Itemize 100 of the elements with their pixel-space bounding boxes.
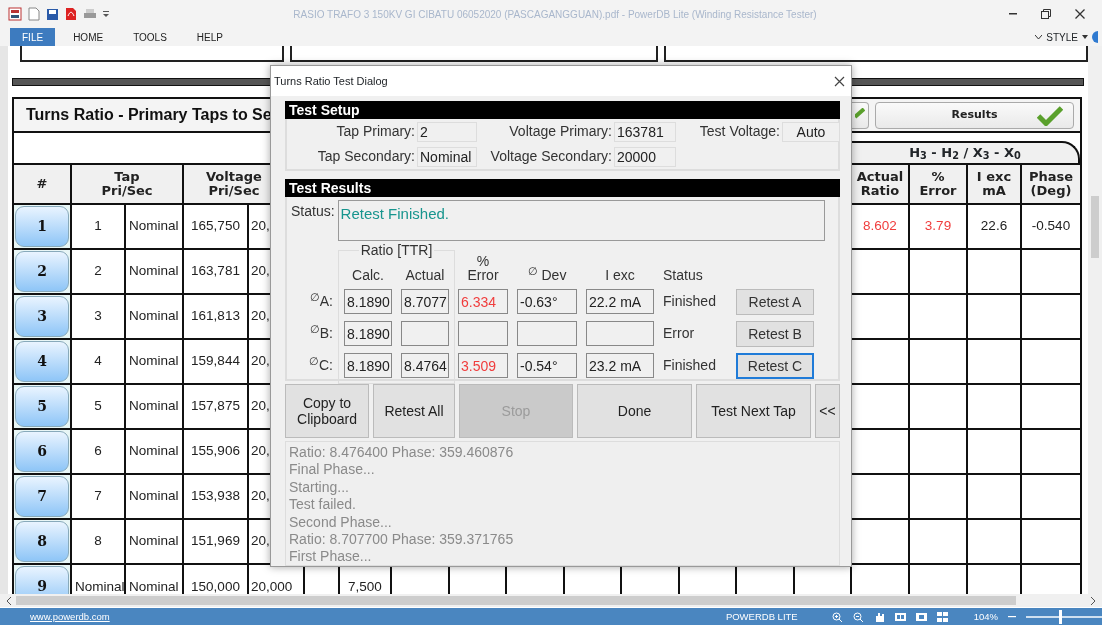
phase-status: Error [663,324,696,343]
column-header: Tap Pri/Sec [72,165,182,203]
result-field: 6.334 [458,289,508,314]
menu-tab[interactable]: TOOLS [121,28,179,46]
new-document-icon[interactable] [28,7,40,21]
table-cell: 157,875 [184,385,247,428]
field-label: Tap Secondary: [316,146,415,166]
result-field: 8.7077 [401,289,449,314]
readonly-field: 2 [417,121,477,142]
dialog-button[interactable]: Retest All [373,384,455,438]
table-cell: 4 [72,340,124,383]
zoom-slider-thumb[interactable] [1058,610,1062,624]
retest-button[interactable]: Retest B [736,321,814,347]
horizontal-scrollbar[interactable] [0,594,1102,607]
table-cell [852,295,908,338]
field-label: Voltage Secondary: [489,146,612,166]
result-field [586,321,654,346]
column-header: Actual Ratio [852,165,908,203]
table-cell [852,475,908,518]
row-button[interactable]: 4 [15,341,69,382]
page-view-icon[interactable] [894,612,906,622]
section-header: Test Setup [285,101,840,119]
table-cell [1022,430,1080,473]
result-field: 8.1890 [344,353,392,378]
status-field: Retest Finished. [337,200,825,241]
row-button[interactable]: 3 [15,296,69,337]
retest-button[interactable]: Retest A [736,289,814,315]
retest-button[interactable]: Retest C [736,353,814,379]
table-cell: 5 [72,385,124,428]
dialog-title: Turns Ratio Test Dialog [274,73,388,89]
zoom-out-icon[interactable] [852,611,864,623]
result-field: 8.1890 [344,289,392,314]
zoom-in-icon[interactable] [831,611,843,623]
check-button[interactable] [852,101,869,129]
hand-icon[interactable] [873,611,885,623]
website-link[interactable]: www.powerdb.com [30,609,110,625]
pdf-icon[interactable] [65,7,77,21]
result-field [517,321,577,346]
table-cell [910,520,966,563]
dropdown-icon[interactable] [1082,35,1088,39]
table-cell: 163,781 [184,250,247,293]
table-cell: Nominal [126,565,182,594]
table-cell [852,520,908,563]
print-icon[interactable] [83,8,97,20]
table-cell: 3.79 [910,205,966,248]
table-cell: Nominal [126,205,182,248]
table-cell [968,385,1020,428]
results-button[interactable]: Results [875,101,1074,129]
table-cell: Nominal [72,565,124,594]
table-cell [852,250,908,293]
close-icon[interactable] [1075,9,1085,19]
dialog-button[interactable]: Test Next Tap [696,384,811,438]
group-header: H$_{3}$ - H$_{2}$ / X$_{3}$ - X$_{0}$ [850,141,1080,163]
result-field: 22.2 mA [586,289,654,314]
result-field: 23.2 mA [586,353,654,378]
style-menu[interactable]: STYLE [1046,29,1078,45]
row-button[interactable]: 1 [15,206,69,247]
table-cell: Nominal [126,340,182,383]
table-cell: 151,969 [184,520,247,563]
field-label: Tap Primary: [335,121,415,141]
close-icon[interactable] [834,75,845,87]
table-cell: 159,844 [184,340,247,383]
grid-view-icon[interactable] [936,612,948,622]
table-cell: -0.540 [1022,205,1080,248]
row-button[interactable]: 6 [15,431,69,472]
table-cell [968,520,1020,563]
row-button[interactable]: 2 [15,251,69,292]
dialog-button[interactable]: Done [577,384,692,438]
row-button[interactable]: 8 [15,521,69,562]
caret-icon [1035,34,1043,40]
scroll-right-icon[interactable] [1090,596,1096,605]
menu-tab[interactable]: HELP [184,28,235,46]
result-field: 8.1890 [344,321,392,346]
minimize-icon[interactable] [1009,13,1017,15]
dialog-button[interactable]: Copy to Clipboard [285,384,369,438]
scroll-left-icon[interactable] [6,596,12,605]
table-cell: 7,500 [340,565,390,594]
group-label: Ratio [TTR] [358,242,435,258]
table-cell [852,385,908,428]
table-cell: 165,750 [184,205,247,248]
dropdown-icon[interactable] [103,10,110,18]
row-button[interactable]: 7 [15,476,69,517]
zoom-level: 104% [973,609,998,624]
dialog-button[interactable]: << [815,384,840,438]
menu-tab[interactable]: HOME [61,28,116,46]
readonly-field: 163781 [614,121,676,142]
menu-tab[interactable]: FILE [10,28,56,46]
table-cell: Nominal [126,295,182,338]
table-cell: 7 [72,475,124,518]
result-field: 8.4764 [401,353,449,378]
table-cell [1022,385,1080,428]
restore-icon[interactable] [1041,9,1051,19]
row-button[interactable]: 5 [15,386,69,427]
help-icon[interactable] [1092,31,1098,43]
save-icon[interactable] [46,7,59,21]
page-view-icon[interactable] [915,612,927,622]
row-button[interactable]: 9 [15,566,69,594]
table-cell: 22.6 [968,205,1020,248]
table-cell: 20,000 [249,565,303,594]
zoom-minus-icon[interactable] [1008,616,1016,618]
